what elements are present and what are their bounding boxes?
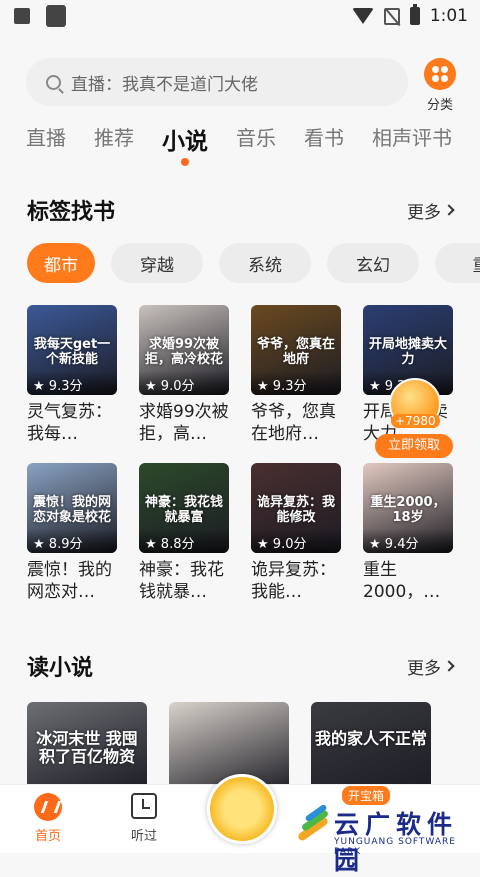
book-card[interactable]: 神豪：我花钱就暴富 ★ 8.8分 神豪：我花钱就暴… (139, 463, 229, 605)
book-rating: 9.0分 (272, 537, 307, 552)
book-card[interactable]: 爷爷，您真在地府 ★ 9.3分 爷爷，您真在地府… (251, 305, 341, 447)
nav-home[interactable]: 首页 (18, 793, 78, 844)
nav-home-label: 首页 (34, 829, 61, 844)
tab-live[interactable]: 直播 (26, 122, 66, 151)
book-card[interactable]: 诡异复苏：我能修改 ★ 9.0分 诡异复苏：我能… (251, 463, 341, 605)
book-title: 震惊！我的网恋对… (27, 560, 112, 602)
nav-listened[interactable]: 听过 (114, 793, 174, 844)
star-icon: ★ (257, 537, 269, 552)
book-title: 诡异复苏：我能… (251, 560, 336, 602)
cover-title: 冰河末世 我囤积了百亿物资 (36, 729, 138, 766)
claim-reward-button[interactable]: 立即领取 (375, 434, 453, 458)
reward-amount: +7980 (391, 414, 440, 428)
book-rating: 8.9分 (48, 537, 83, 552)
wifi-icon (351, 8, 374, 24)
cover-title: 开局地摊卖大力 (368, 337, 447, 367)
home-icon (34, 793, 62, 821)
cover-title: 震惊！我的网恋对象是校花 (32, 495, 111, 525)
app-notification-icon (46, 5, 66, 27)
status-time: 1:01 (429, 6, 468, 26)
tab-books[interactable]: 看书 (304, 122, 344, 151)
chip-system[interactable]: 系统 (219, 243, 311, 283)
book-cover: 爷爷，您真在地府 ★ 9.3分 (251, 305, 341, 395)
cover-title: 求婚99次被拒，高冷校花 (144, 337, 223, 367)
book-cover: 我每天get一个新技能 ★ 9.3分 (27, 305, 117, 395)
section-title: 读小说 (27, 656, 94, 681)
chip-rebirth[interactable]: 重 (435, 243, 480, 283)
tag-section-header: 标签找书 更多 (27, 194, 455, 226)
more-link[interactable]: 更多 (407, 198, 455, 223)
book-card[interactable]: 求婚99次被拒，高冷校花 ★ 9.0分 求婚99次被拒，高… (139, 305, 229, 447)
book-rating: 9.0分 (160, 379, 195, 394)
book-cover: 震惊！我的网恋对象是校花 ★ 8.9分 (27, 463, 117, 553)
watermark-logo-icon (296, 803, 330, 843)
status-bar: 1:01 (0, 0, 480, 34)
cover-title: 神豪：我花钱就暴富 (144, 495, 223, 525)
book-title: 神豪：我花钱就暴… (139, 560, 224, 602)
cover-title: 我每天get一个新技能 (33, 337, 111, 367)
book-card[interactable]: 我每天get一个新技能 ★ 9.3分 灵气复苏：我每… (27, 305, 117, 447)
notification-icon (14, 8, 30, 24)
book-title: 灵气复苏：我每… (27, 402, 112, 444)
tag-chips: 都市 穿越 系统 玄幻 重 (27, 243, 480, 283)
book-title: 爷爷，您真在地府… (251, 402, 336, 444)
book-card[interactable]: 震惊！我的网恋对象是校花 ★ 8.9分 震惊！我的网恋对… (27, 463, 117, 605)
nav-listened-label: 听过 (130, 829, 157, 844)
section-title: 标签找书 (27, 200, 116, 225)
cover-title: 重生2000，18岁 (370, 495, 446, 525)
more-label: 更多 (407, 202, 441, 223)
star-icon: ★ (145, 379, 157, 394)
chevron-right-icon (443, 660, 455, 672)
battery-icon (409, 4, 420, 25)
category-label: 分类 (426, 98, 453, 113)
chip-urban[interactable]: 都市 (27, 243, 95, 283)
tab-recommend[interactable]: 推荐 (94, 122, 134, 151)
search-placeholder: 直播：我真不是道门大佬 (71, 74, 258, 95)
book-cover: 重生2000，18岁 ★ 9.4分 (363, 463, 453, 553)
search-icon (46, 74, 61, 90)
chip-fantasy[interactable]: 玄幻 (327, 243, 419, 283)
star-icon: ★ (145, 537, 157, 552)
search-bar[interactable]: 直播：我真不是道门大佬 (26, 58, 408, 106)
now-playing-disc[interactable] (207, 774, 277, 844)
book-rating: 9.4分 (384, 537, 419, 552)
coin-reward-widget[interactable]: +7980 立即领取 (375, 378, 453, 460)
tab-crosstalk[interactable]: 相声评书 (372, 122, 452, 151)
read-section-header: 读小说 更多 (27, 650, 455, 682)
star-icon: ★ (369, 537, 381, 552)
book-title: 求婚99次被拒，高… (139, 402, 229, 444)
book-card[interactable]: 重生2000，18岁 ★ 9.4分 重生2000，… (363, 463, 453, 605)
chip-time-travel[interactable]: 穿越 (111, 243, 203, 283)
read-book-cover[interactable]: 冰河末世 我囤积了百亿物资 (27, 702, 147, 792)
read-book-cover[interactable]: 我的家人不正常 (311, 702, 431, 792)
book-title: 重生2000，… (363, 560, 441, 602)
book-cover: 诡异复苏：我能修改 ★ 9.0分 (251, 463, 341, 553)
open-treasure-badge[interactable]: 开宝箱 (342, 786, 391, 805)
star-icon: ★ (257, 379, 269, 394)
chevron-right-icon (443, 204, 455, 216)
book-rating: 8.8分 (160, 537, 195, 552)
book-cover: 神豪：我花钱就暴富 ★ 8.8分 (139, 463, 229, 553)
cover-title: 爷爷，您真在地府 (256, 337, 335, 367)
category-icon (424, 58, 456, 90)
book-rating: 9.3分 (272, 379, 307, 394)
cover-title: 我的家人不正常 (315, 729, 428, 748)
watermark: 云广软件园 YUNGUANG SOFTWARE PARK (296, 803, 480, 875)
book-cover: 求婚99次被拒，高冷校花 ★ 9.0分 (139, 305, 229, 395)
book-rating: 9.3分 (48, 379, 83, 394)
category-button[interactable]: 分类 (421, 58, 459, 113)
cover-title: 诡异复苏：我能修改 (256, 495, 335, 525)
more-label: 更多 (407, 658, 441, 679)
star-icon: ★ (33, 379, 45, 394)
tab-novel[interactable]: 小说 (162, 122, 208, 166)
watermark-subtitle: YUNGUANG SOFTWARE PARK (334, 837, 456, 857)
star-icon: ★ (33, 537, 45, 552)
no-sim-icon (383, 7, 400, 25)
channel-tabs: 直播 推荐 小说 音乐 看书 相声评书 (0, 122, 480, 170)
history-icon (131, 793, 157, 819)
tab-music[interactable]: 音乐 (236, 122, 276, 151)
more-link[interactable]: 更多 (407, 654, 455, 679)
